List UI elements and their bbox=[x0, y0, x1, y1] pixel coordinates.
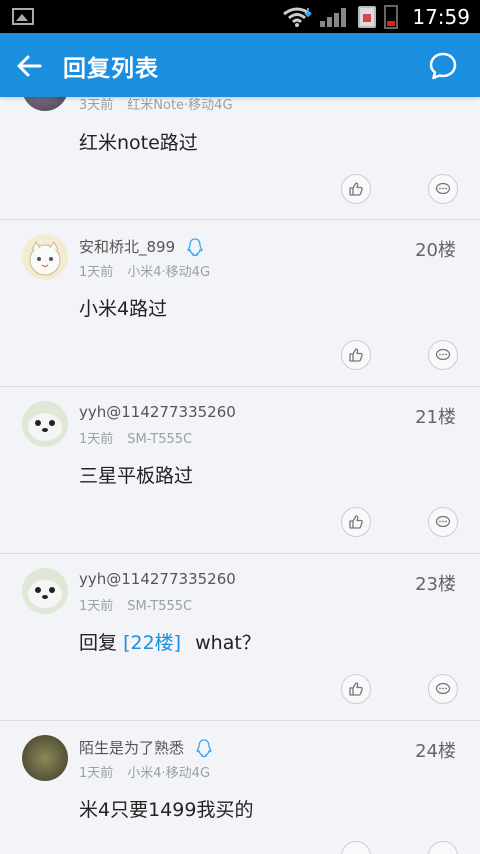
qq-penguin-icon bbox=[187, 237, 203, 256]
thumbs-up-icon bbox=[349, 515, 363, 529]
reply-card: 3天前 红米Note·移动4G 红米note路过 bbox=[0, 97, 480, 220]
reply-content: 红米note路过 bbox=[79, 132, 198, 154]
qq-penguin-icon bbox=[196, 738, 212, 757]
thumbs-up-icon bbox=[349, 682, 363, 696]
reply-device: SM-T555C bbox=[127, 599, 193, 614]
speech-bubble-icon bbox=[435, 348, 451, 361]
reply-meta: 1天前 小米4·移动4G bbox=[79, 261, 210, 280]
status-bar: 17:59 bbox=[0, 0, 480, 33]
username[interactable]: 安和桥北_899 bbox=[79, 236, 205, 257]
floor-number: 20楼 bbox=[415, 240, 456, 261]
reply-meta: 1天前 SM-T555C bbox=[79, 595, 192, 614]
reply-time: 1天前 bbox=[79, 766, 114, 781]
speech-bubble-icon bbox=[435, 515, 451, 528]
username-text: 安和桥北_899 bbox=[79, 238, 176, 256]
username[interactable]: yyh@114277335260 bbox=[79, 403, 236, 421]
reply-content: 米4只要1499我买的 bbox=[79, 799, 254, 821]
app-bar: 回复列表 bbox=[0, 33, 480, 97]
reply-card: 安和桥北_899 20楼 1天前 小米4·移动4G 小米4路过 bbox=[0, 220, 480, 387]
reply-time: 1天前 bbox=[79, 265, 114, 280]
sim-icon bbox=[358, 5, 377, 28]
floor-number: 23楼 bbox=[415, 574, 456, 595]
reply-time: 1天前 bbox=[79, 599, 114, 614]
reply-content: 小米4路过 bbox=[79, 298, 168, 320]
reply-content: 回复 [22楼] what？ bbox=[79, 628, 261, 655]
reply-prefix: 回复 bbox=[79, 632, 118, 654]
status-icons: 17:59 bbox=[282, 0, 470, 33]
username[interactable]: 陌生是为了熟悉 bbox=[79, 737, 214, 758]
signal-icon bbox=[320, 7, 350, 27]
page-title: 回复列表 bbox=[63, 56, 159, 82]
reply-meta: 1天前 SM-T555C bbox=[79, 428, 192, 447]
avatar[interactable] bbox=[22, 97, 68, 111]
thumbs-up-icon bbox=[349, 348, 363, 362]
avatar[interactable] bbox=[22, 401, 68, 447]
reply-card: yyh@114277335260 21楼 1天前 SM-T555C 三星平板路过 bbox=[0, 387, 480, 554]
reply-device: 小米4·移动4G bbox=[127, 766, 211, 781]
quoted-floor-link[interactable]: [22楼] bbox=[123, 632, 181, 654]
seal-avatar-icon bbox=[28, 413, 62, 441]
username[interactable]: yyh@114277335260 bbox=[79, 570, 236, 588]
avatar[interactable] bbox=[22, 735, 68, 781]
reply-button[interactable] bbox=[428, 340, 458, 370]
comment-icon[interactable] bbox=[428, 51, 458, 81]
reply-device: 红米Note·移动4G bbox=[127, 98, 233, 113]
username-text: yyh@114277335260 bbox=[79, 570, 236, 588]
clock: 17:59 bbox=[412, 4, 470, 29]
seal-avatar-icon bbox=[28, 580, 62, 608]
reply-card: yyh@114277335260 23楼 1天前 SM-T555C 回复 [22楼… bbox=[0, 554, 480, 721]
reply-card: 陌生是为了熟悉 24楼 1天前 小米4·移动4G 米4只要1499我买的 bbox=[0, 721, 480, 854]
like-button[interactable] bbox=[341, 841, 371, 854]
like-button[interactable] bbox=[341, 174, 371, 204]
reply-list[interactable]: 3天前 红米Note·移动4G 红米note路过 安和桥北_899 20楼 1天前… bbox=[0, 97, 480, 854]
floor-number: 24楼 bbox=[415, 741, 456, 762]
cat-avatar-icon bbox=[29, 241, 61, 276]
reply-button[interactable] bbox=[428, 674, 458, 704]
reply-content: 三星平板路过 bbox=[79, 465, 194, 487]
speech-bubble-icon bbox=[435, 682, 451, 695]
reply-meta: 3天前 红米Note·移动4G bbox=[79, 97, 233, 113]
like-button[interactable] bbox=[341, 507, 371, 537]
like-button[interactable] bbox=[341, 674, 371, 704]
reply-text: what？ bbox=[195, 632, 261, 654]
reply-button[interactable] bbox=[428, 507, 458, 537]
avatar[interactable] bbox=[22, 568, 68, 614]
floor-number: 21楼 bbox=[415, 407, 456, 428]
reply-time: 3天前 bbox=[79, 98, 114, 113]
reply-time: 1天前 bbox=[79, 432, 114, 447]
back-arrow-icon[interactable] bbox=[14, 51, 44, 81]
reply-device: 小米4·移动4G bbox=[127, 265, 211, 280]
like-button[interactable] bbox=[341, 340, 371, 370]
reply-button[interactable] bbox=[428, 841, 458, 854]
wifi-icon bbox=[283, 7, 313, 27]
username-text: yyh@114277335260 bbox=[79, 403, 236, 421]
reply-meta: 1天前 小米4·移动4G bbox=[79, 762, 210, 781]
thumbs-up-icon bbox=[349, 182, 363, 196]
reply-device: SM-T555C bbox=[127, 432, 193, 447]
username-text: 陌生是为了熟悉 bbox=[79, 739, 185, 757]
reply-button[interactable] bbox=[428, 174, 458, 204]
avatar[interactable] bbox=[22, 234, 68, 280]
battery-icon bbox=[384, 4, 399, 29]
speech-bubble-icon bbox=[435, 182, 451, 195]
image-notification-icon bbox=[12, 8, 34, 25]
